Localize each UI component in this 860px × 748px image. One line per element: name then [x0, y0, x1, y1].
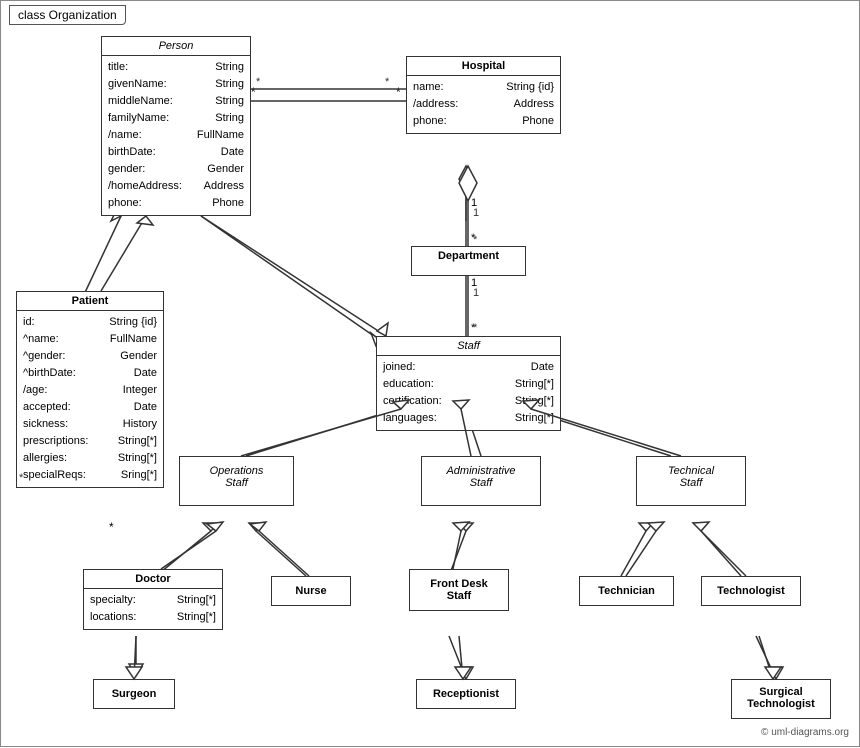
operations-staff-box: OperationsStaff — [179, 456, 294, 506]
copyright-label: © uml-diagrams.org — [761, 727, 849, 738]
receptionist-title: Receptionist — [417, 680, 515, 708]
diagram-title: class Organization — [9, 5, 126, 25]
technical-staff-title: TechnicalStaff — [637, 457, 745, 497]
staff-attrs: joined:Date education:String[*] certific… — [377, 356, 560, 430]
nurse-box: Nurse — [271, 576, 351, 606]
doctor-title: Doctor — [84, 570, 222, 589]
svg-text:*: * — [251, 85, 256, 99]
patient-title: Patient — [17, 292, 163, 311]
svg-text:*: * — [256, 76, 261, 88]
doctor-attrs: specialty:String[*] locations:String[*] — [84, 589, 222, 629]
svg-text:*: * — [396, 85, 401, 99]
front-desk-title: Front DeskStaff — [410, 570, 508, 610]
svg-text:1: 1 — [473, 207, 479, 219]
staff-title: Staff — [377, 337, 560, 356]
diagram-container: class Organization * * 1 * 1 * — [0, 0, 860, 747]
surgeon-box: Surgeon — [93, 679, 175, 709]
svg-text:*: * — [473, 234, 478, 246]
surgical-tech-title: SurgicalTechnologist — [732, 680, 830, 716]
surgeon-title: Surgeon — [94, 680, 174, 708]
technician-box: Technician — [579, 576, 674, 606]
person-attrs: title:String givenName:String middleName… — [102, 56, 250, 215]
svg-text:1: 1 — [473, 287, 479, 299]
surgical-tech-box: SurgicalTechnologist — [731, 679, 831, 719]
svg-text:*: * — [109, 520, 114, 534]
hospital-box: Hospital name:String {id} /address:Addre… — [406, 56, 561, 134]
admin-staff-title: AdministrativeStaff — [422, 457, 540, 497]
technologist-title: Technologist — [702, 577, 800, 605]
nurse-title: Nurse — [272, 577, 350, 605]
svg-text:*: * — [471, 322, 476, 334]
hospital-title: Hospital — [407, 57, 560, 76]
patient-attrs: id:String {id} ^name:FullName ^gender:Ge… — [17, 311, 163, 487]
svg-text:*: * — [385, 76, 390, 88]
receptionist-box: Receptionist — [416, 679, 516, 709]
patient-box: Patient id:String {id} ^name:FullName ^g… — [16, 291, 164, 488]
svg-text:*: * — [471, 232, 476, 244]
department-box: Department — [411, 246, 526, 276]
svg-text:1: 1 — [471, 277, 477, 289]
technical-staff-box: TechnicalStaff — [636, 456, 746, 506]
doctor-box: Doctor specialty:String[*] locations:Str… — [83, 569, 223, 630]
technologist-box: Technologist — [701, 576, 801, 606]
technician-title: Technician — [580, 577, 673, 605]
svg-text:*: * — [473, 322, 478, 334]
admin-staff-box: AdministrativeStaff — [421, 456, 541, 506]
staff-box: Staff joined:Date education:String[*] ce… — [376, 336, 561, 431]
front-desk-box: Front DeskStaff — [409, 569, 509, 611]
person-title: Person — [102, 37, 250, 56]
hospital-attrs: name:String {id} /address:Address phone:… — [407, 76, 560, 133]
operations-staff-title: OperationsStaff — [180, 457, 293, 497]
department-title: Department — [412, 247, 525, 265]
svg-text:1: 1 — [471, 197, 477, 209]
person-box: Person title:String givenName:String mid… — [101, 36, 251, 216]
